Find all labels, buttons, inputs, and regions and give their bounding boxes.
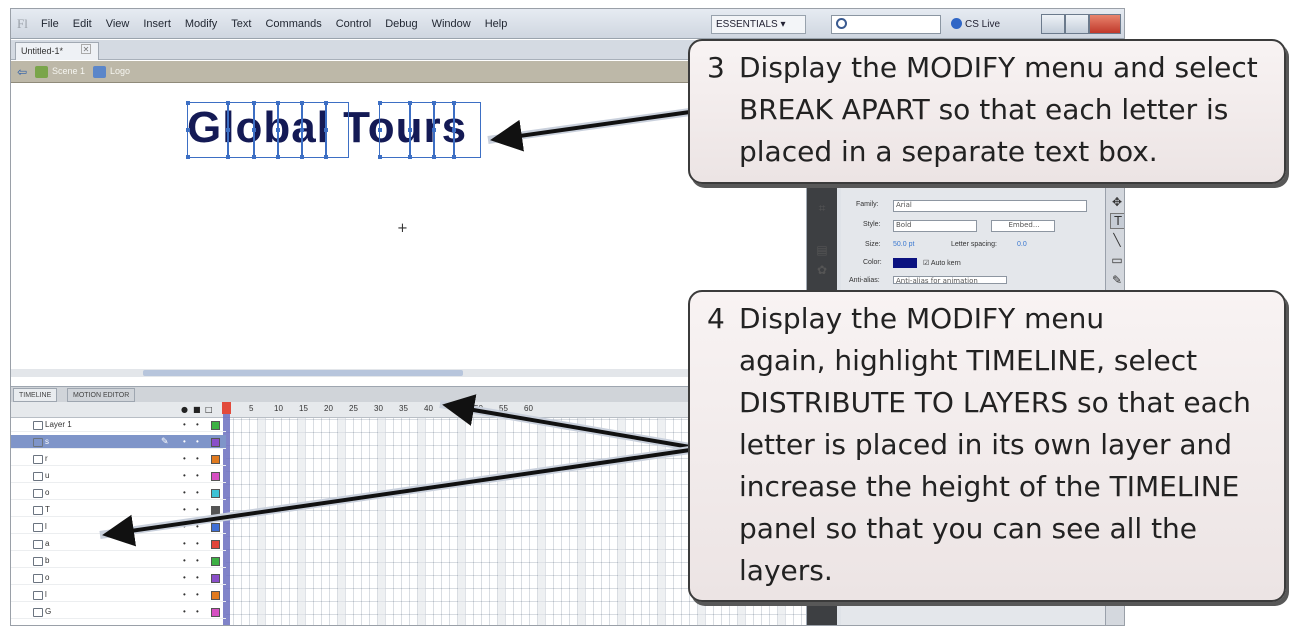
arrow-to-frame-numbers xyxy=(439,394,691,451)
instruction-line: placed in a separate text box. xyxy=(739,135,1158,168)
instruction-line: layers. xyxy=(739,554,833,587)
arrow-to-stage-text xyxy=(487,108,691,152)
step-instructions: Display the MODIFY menu and select BREAK … xyxy=(739,47,1258,173)
instruction-line: DISTRIBUTE TO LAYERS so that each xyxy=(739,386,1251,419)
instruction-line: BREAK APART so that each letter is xyxy=(739,93,1229,126)
instruction-line: letter is placed in its own layer and xyxy=(739,428,1233,461)
instruction-line: again, highlight TIMELINE, select xyxy=(739,344,1198,377)
step-instructions: Display the MODIFY menu again, highlight … xyxy=(739,298,1251,592)
instruction-line: panel so that you can see all the xyxy=(739,512,1198,545)
instruction-line: Display the MODIFY menu xyxy=(739,302,1105,335)
step-number: 4 xyxy=(707,302,725,335)
callout-step-3: 3 Display the MODIFY menu and select BREA… xyxy=(688,39,1286,184)
arrow-to-layer-list xyxy=(99,446,691,547)
step-number: 3 xyxy=(707,51,725,84)
instruction-line: increase the height of the TIMELINE xyxy=(739,470,1240,503)
callout-step-4: 4 Display the MODIFY menu again, highligh… xyxy=(688,290,1286,602)
instruction-line: Display the MODIFY menu and select xyxy=(739,51,1258,84)
